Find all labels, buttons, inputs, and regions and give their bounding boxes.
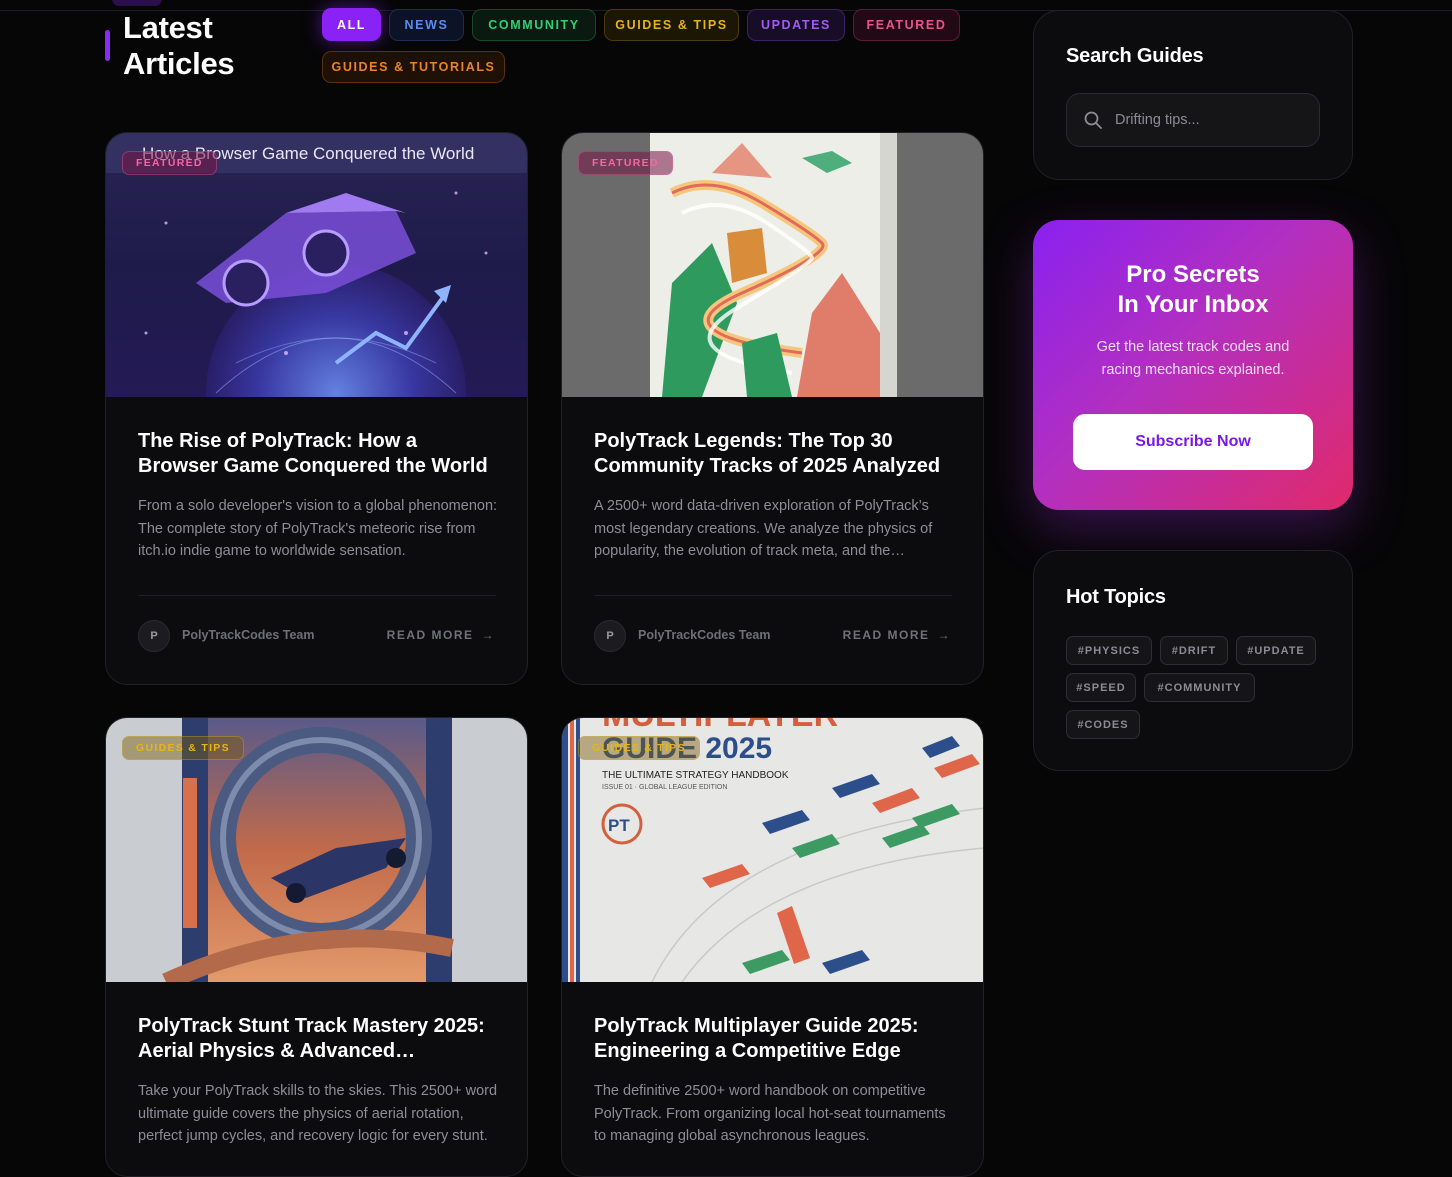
- card-divider: [594, 595, 952, 596]
- page-title: Latest Articles: [123, 10, 235, 81]
- filter-updates[interactable]: UPDATES: [747, 9, 845, 41]
- avatar: P: [594, 620, 626, 652]
- read-more-link[interactable]: READ MORE →: [387, 628, 495, 642]
- article-category-badge: GUIDES & TIPS: [578, 736, 700, 760]
- subscribe-button[interactable]: Subscribe Now: [1073, 414, 1313, 470]
- newsletter-title-line: Pro Secrets: [1126, 261, 1260, 288]
- article-title[interactable]: PolyTrack Legends: The Top 30 Community …: [594, 429, 956, 479]
- article-card[interactable]: How a Browser Game Conquered the World F…: [105, 132, 528, 685]
- search-box[interactable]: [1066, 93, 1320, 147]
- article-title[interactable]: PolyTrack Stunt Track Mastery 2025: Aeri…: [138, 1014, 500, 1064]
- search-input[interactable]: [1115, 112, 1305, 128]
- article-cover-image[interactable]: GUIDES & TIPS: [106, 718, 527, 982]
- article-title[interactable]: PolyTrack Multiplayer Guide 2025: Engine…: [594, 1014, 956, 1064]
- search-panel: Search Guides: [1033, 10, 1353, 180]
- article-card[interactable]: GUIDES & TIPS PolyTrack Stunt Track Mast…: [105, 717, 528, 1177]
- newsletter-title-line: In Your Inbox: [1117, 291, 1269, 318]
- arrow-right-icon: →: [937, 628, 951, 642]
- search-panel-title: Search Guides: [1066, 45, 1204, 67]
- newsletter-title: Pro Secrets In Your Inbox: [1033, 260, 1353, 320]
- heading-accent-bar: [105, 30, 110, 61]
- article-category-badge: FEATURED: [122, 151, 217, 175]
- author-name: PolyTrackCodes Team: [182, 628, 315, 642]
- svg-text:PT: PT: [608, 816, 630, 835]
- filter-all[interactable]: ALL: [322, 8, 381, 41]
- search-icon: [1084, 111, 1102, 129]
- newsletter-description: Get the latest track codes and racing me…: [1096, 339, 1290, 378]
- article-card[interactable]: MULTIPLAYER GUIDE 2025 THE ULTIMATE STRA…: [561, 717, 984, 1177]
- article-cover-image[interactable]: How a Browser Game Conquered the World F…: [106, 133, 527, 397]
- article-title[interactable]: The Rise of PolyTrack: How a Browser Gam…: [138, 429, 500, 479]
- article-category-badge: GUIDES & TIPS: [122, 736, 244, 760]
- filter-community[interactable]: COMMUNITY: [472, 9, 596, 41]
- author-name: PolyTrackCodes Team: [638, 628, 771, 642]
- topic-tag[interactable]: #DRIFT: [1160, 636, 1228, 665]
- avatar: P: [138, 620, 170, 652]
- read-more-label: READ MORE: [386, 628, 474, 642]
- topic-tag[interactable]: #SPEED: [1066, 673, 1136, 702]
- read-more-link[interactable]: READ MORE →: [843, 628, 951, 642]
- topic-tag[interactable]: #CODES: [1066, 710, 1140, 739]
- svg-text:ISSUE 01 · GLOBAL LEAGUE EDITI: ISSUE 01 · GLOBAL LEAGUE EDITION: [602, 784, 727, 791]
- article-category-badge: FEATURED: [578, 151, 673, 175]
- filter-guides-tips[interactable]: GUIDES & TIPS: [604, 9, 739, 41]
- article-cover-image[interactable]: FEATURED: [562, 133, 983, 397]
- filter-guides-tutorials[interactable]: GUIDES & TUTORIALS: [322, 51, 505, 83]
- filter-featured[interactable]: FEATURED: [853, 9, 960, 41]
- topic-tag[interactable]: #UPDATE: [1236, 636, 1316, 665]
- article-excerpt: A 2500+ word data-driven exploration of …: [594, 498, 933, 559]
- article-excerpt: From a solo developer's vision to a glob…: [138, 498, 498, 559]
- newsletter-panel: Pro Secrets In Your Inbox Get the latest…: [1033, 220, 1353, 510]
- svg-text:THE ULTIMATE STRATEGY HANDBOOK: THE ULTIMATE STRATEGY HANDBOOK: [602, 770, 789, 781]
- article-excerpt: The definitive 2500+ word handbook on co…: [594, 1083, 946, 1144]
- read-more-label: READ MORE: [842, 628, 930, 642]
- article-excerpt: Take your PolyTrack skills to the skies.…: [138, 1083, 498, 1144]
- card-divider: [138, 595, 496, 596]
- article-card[interactable]: FEATURED PolyTrack Legends: The Top 30 C…: [561, 132, 984, 685]
- article-cover-image[interactable]: MULTIPLAYER GUIDE 2025 THE ULTIMATE STRA…: [562, 718, 983, 982]
- filter-news[interactable]: NEWS: [389, 9, 464, 41]
- top-glow: [112, 0, 162, 6]
- hot-topics-panel: Hot Topics #PHYSICS #DRIFT #UPDATE #SPEE…: [1033, 550, 1353, 771]
- hot-topics-title: Hot Topics: [1066, 586, 1166, 608]
- arrow-right-icon: →: [481, 628, 495, 642]
- topic-tag[interactable]: #COMMUNITY: [1144, 673, 1255, 702]
- topic-tag[interactable]: #PHYSICS: [1066, 636, 1152, 665]
